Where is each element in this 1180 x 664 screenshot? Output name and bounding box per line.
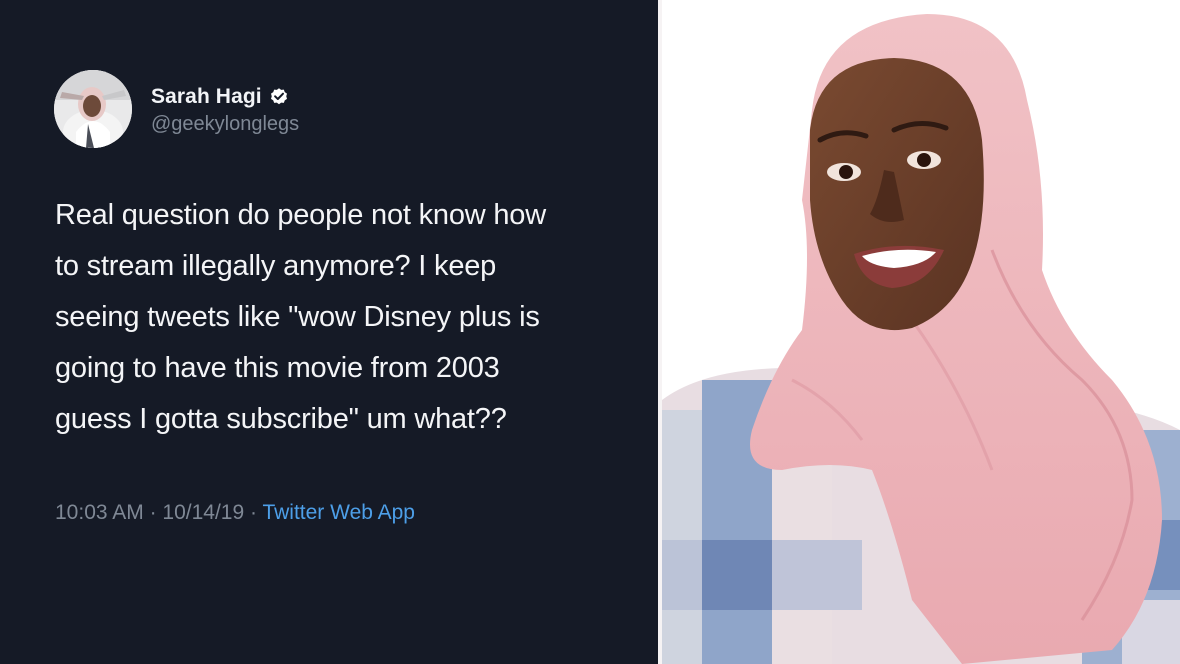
avatar-image — [54, 70, 132, 148]
display-name[interactable]: Sarah Hagi — [151, 85, 262, 109]
portrait-photo — [662, 0, 1180, 664]
composite-image: Sarah Hagi @geekylonglegs Real question … — [0, 0, 1180, 664]
tweet-text-line: guess I gotta subscribe" um what?? — [55, 403, 507, 435]
tweet-date[interactable]: 10/14/19 — [162, 501, 244, 524]
tweet-text-line: going to have this movie from 2003 — [55, 352, 500, 384]
name-row: Sarah Hagi — [151, 82, 299, 112]
verified-badge-icon — [270, 88, 287, 105]
tweet-source-link[interactable]: Twitter Web App — [262, 501, 415, 524]
tweet-text-line: Real question do people not know how — [55, 199, 546, 231]
tweet-metadata: 10:03 AM · 10/14/19 · Twitter Web App — [55, 501, 415, 525]
tweet-text-line: seeing tweets like "wow Disney plus is — [55, 301, 540, 333]
portrait-image — [662, 0, 1180, 664]
tweet-card: Sarah Hagi @geekylonglegs Real question … — [0, 0, 658, 664]
tweet-body: Real question do people not know how to … — [55, 190, 645, 445]
tweet-time[interactable]: 10:03 AM — [55, 501, 144, 524]
meta-separator: · — [143, 501, 163, 524]
handle[interactable]: @geekylonglegs — [151, 113, 299, 136]
tweet-text-line: to stream illegally anymore? I keep — [55, 250, 497, 282]
tweet-header: Sarah Hagi @geekylonglegs — [54, 70, 299, 148]
tweet-author: Sarah Hagi @geekylonglegs — [151, 82, 299, 136]
meta-separator: · — [244, 501, 263, 524]
avatar[interactable] — [54, 70, 132, 148]
